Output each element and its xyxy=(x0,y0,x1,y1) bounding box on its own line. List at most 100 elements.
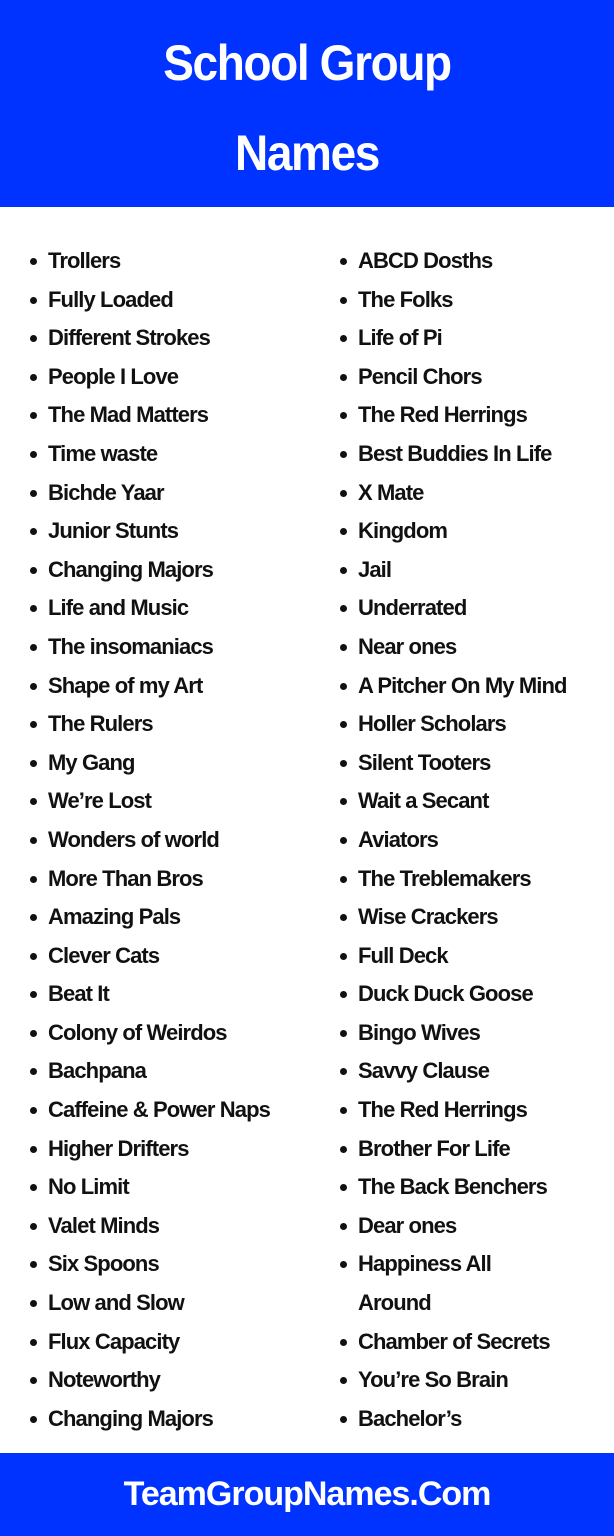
list-item-label: Kingdom xyxy=(358,518,448,544)
list-item-label: Aviators xyxy=(358,826,439,852)
bullet-icon xyxy=(340,875,347,883)
list-item: Changing Majors xyxy=(26,1400,326,1439)
list-item: Jail xyxy=(336,551,614,590)
bullet-icon xyxy=(340,566,347,574)
list-item-label: Different Strokes xyxy=(48,325,211,351)
list-item: We’re Lost xyxy=(26,782,326,821)
bullet-icon xyxy=(30,412,37,420)
bullet-icon xyxy=(340,1107,347,1115)
list-item-label: Six Spoons xyxy=(48,1251,160,1277)
list-item-label: You’re So Brain xyxy=(358,1367,509,1393)
list-item: Valet Minds xyxy=(26,1207,326,1246)
bullet-icon xyxy=(30,1222,37,1230)
list-item: Wise Crackers xyxy=(336,898,614,937)
list-item: People I Love xyxy=(26,358,326,397)
list-item: The Folks xyxy=(336,281,614,320)
list-item: No Limit xyxy=(26,1168,326,1207)
page-title-line-2: Names xyxy=(235,125,380,181)
bullet-icon xyxy=(340,1068,347,1076)
list-item-label: Savvy Clause xyxy=(358,1058,490,1084)
list-item-label: Valet Minds xyxy=(48,1212,160,1238)
list-item-label: Brother For Life xyxy=(358,1135,511,1161)
list-item-label: Underrated xyxy=(358,595,467,621)
list-item-label: Shape of my Art xyxy=(48,672,203,698)
bullet-icon xyxy=(30,682,37,690)
bullet-icon xyxy=(340,914,347,922)
list-item: Caffeine & Power Naps xyxy=(26,1091,288,1130)
list-item: Chamber of Secrets xyxy=(336,1323,614,1362)
list-item-label: ABCD Dosths xyxy=(358,248,493,273)
list-item: Junior Stunts xyxy=(26,512,326,551)
list-item: Life of Pi xyxy=(336,319,614,358)
list-item: The insomaniacs xyxy=(26,628,326,667)
bullet-icon xyxy=(340,1145,347,1153)
bullet-icon xyxy=(30,1029,37,1037)
list-item-label: The insomaniacs xyxy=(48,633,214,659)
bullet-icon xyxy=(340,682,347,690)
bullet-icon xyxy=(340,450,347,458)
bullet-icon xyxy=(340,1222,347,1230)
bullet-icon xyxy=(30,875,37,883)
list-item-label: Changing Majors xyxy=(48,556,214,582)
list-item-label: Clever Cats xyxy=(48,942,160,968)
list-item: Savvy Clause xyxy=(336,1052,614,1091)
list-item: Aviators xyxy=(336,821,614,860)
bullet-icon xyxy=(30,1068,37,1076)
list-item-label: Near ones xyxy=(358,633,457,659)
list-item: Underrated xyxy=(336,589,614,628)
bullet-icon xyxy=(340,1261,347,1269)
bullet-icon xyxy=(30,1107,37,1115)
list-item: Happiness All Around xyxy=(336,1245,528,1322)
bullet-icon xyxy=(30,373,37,381)
bullet-icon xyxy=(30,759,37,767)
bullet-icon xyxy=(30,1184,37,1192)
bullet-icon xyxy=(30,798,37,806)
list-item: More Than Bros xyxy=(26,860,326,899)
bullet-icon xyxy=(340,643,347,651)
bullet-icon xyxy=(340,1029,347,1037)
list-item: Bingo Wives xyxy=(336,1014,614,1053)
list-item-label: Bichde Yaar xyxy=(48,479,165,505)
list-item: Dear ones xyxy=(336,1207,614,1246)
list-item: Bachpana xyxy=(26,1052,326,1091)
names-list-right: ABCD Dosths The Folks Life of Pi Pencil Cho… xyxy=(336,242,614,1438)
list-item: Higher Drifters xyxy=(26,1130,326,1169)
list-item-label: The Rulers xyxy=(48,711,154,737)
list-item: The Treblemakers xyxy=(336,860,614,899)
list-item-label: Full Deck xyxy=(358,942,449,968)
list-item: Life and Music xyxy=(26,589,326,628)
list-item: The Back Benchers xyxy=(336,1168,614,1207)
list-item-label: The Folks xyxy=(358,286,453,312)
list-item-label: The Red Herrings xyxy=(358,1097,528,1123)
list-item: Brother For Life xyxy=(336,1130,614,1169)
bullet-icon xyxy=(30,836,37,844)
list-item-label: X Mate xyxy=(358,479,424,505)
list-item-label: Bachelor’s xyxy=(358,1405,462,1431)
bullet-icon xyxy=(30,605,37,613)
bullet-icon xyxy=(30,721,37,729)
list-item: X Mate xyxy=(336,474,614,513)
list-item-label: Wise Crackers xyxy=(358,904,499,930)
list-item: Six Spoons xyxy=(26,1245,326,1284)
list-item: Pencil Chors xyxy=(336,358,614,397)
bullet-icon xyxy=(30,1415,37,1423)
bullet-icon xyxy=(340,605,347,613)
list-item-label: The Treblemakers xyxy=(358,865,532,891)
bullet-icon xyxy=(30,258,37,265)
list-item-label: Life of Pi xyxy=(358,325,443,351)
list-item-label: The Red Herrings xyxy=(358,402,528,428)
list-item: The Rulers xyxy=(26,705,326,744)
list-item: ABCD Dosths xyxy=(336,242,614,281)
bullet-icon xyxy=(340,412,347,420)
list-item: Clever Cats xyxy=(26,937,326,976)
list-item: Time waste xyxy=(26,435,326,474)
bullet-icon xyxy=(340,296,347,304)
bullet-icon xyxy=(30,335,37,343)
bullet-icon xyxy=(340,836,347,844)
list-item-label: Junior Stunts xyxy=(48,518,179,544)
names-list-left: Trollers Fully Loaded Different Strokes Peo… xyxy=(26,242,326,1438)
list-item-label: Low and Slow xyxy=(48,1290,185,1316)
list-item: Silent Tooters xyxy=(336,744,614,783)
list-item-label: Pencil Chors xyxy=(358,363,483,389)
list-item-label: Noteworthy xyxy=(48,1367,161,1393)
